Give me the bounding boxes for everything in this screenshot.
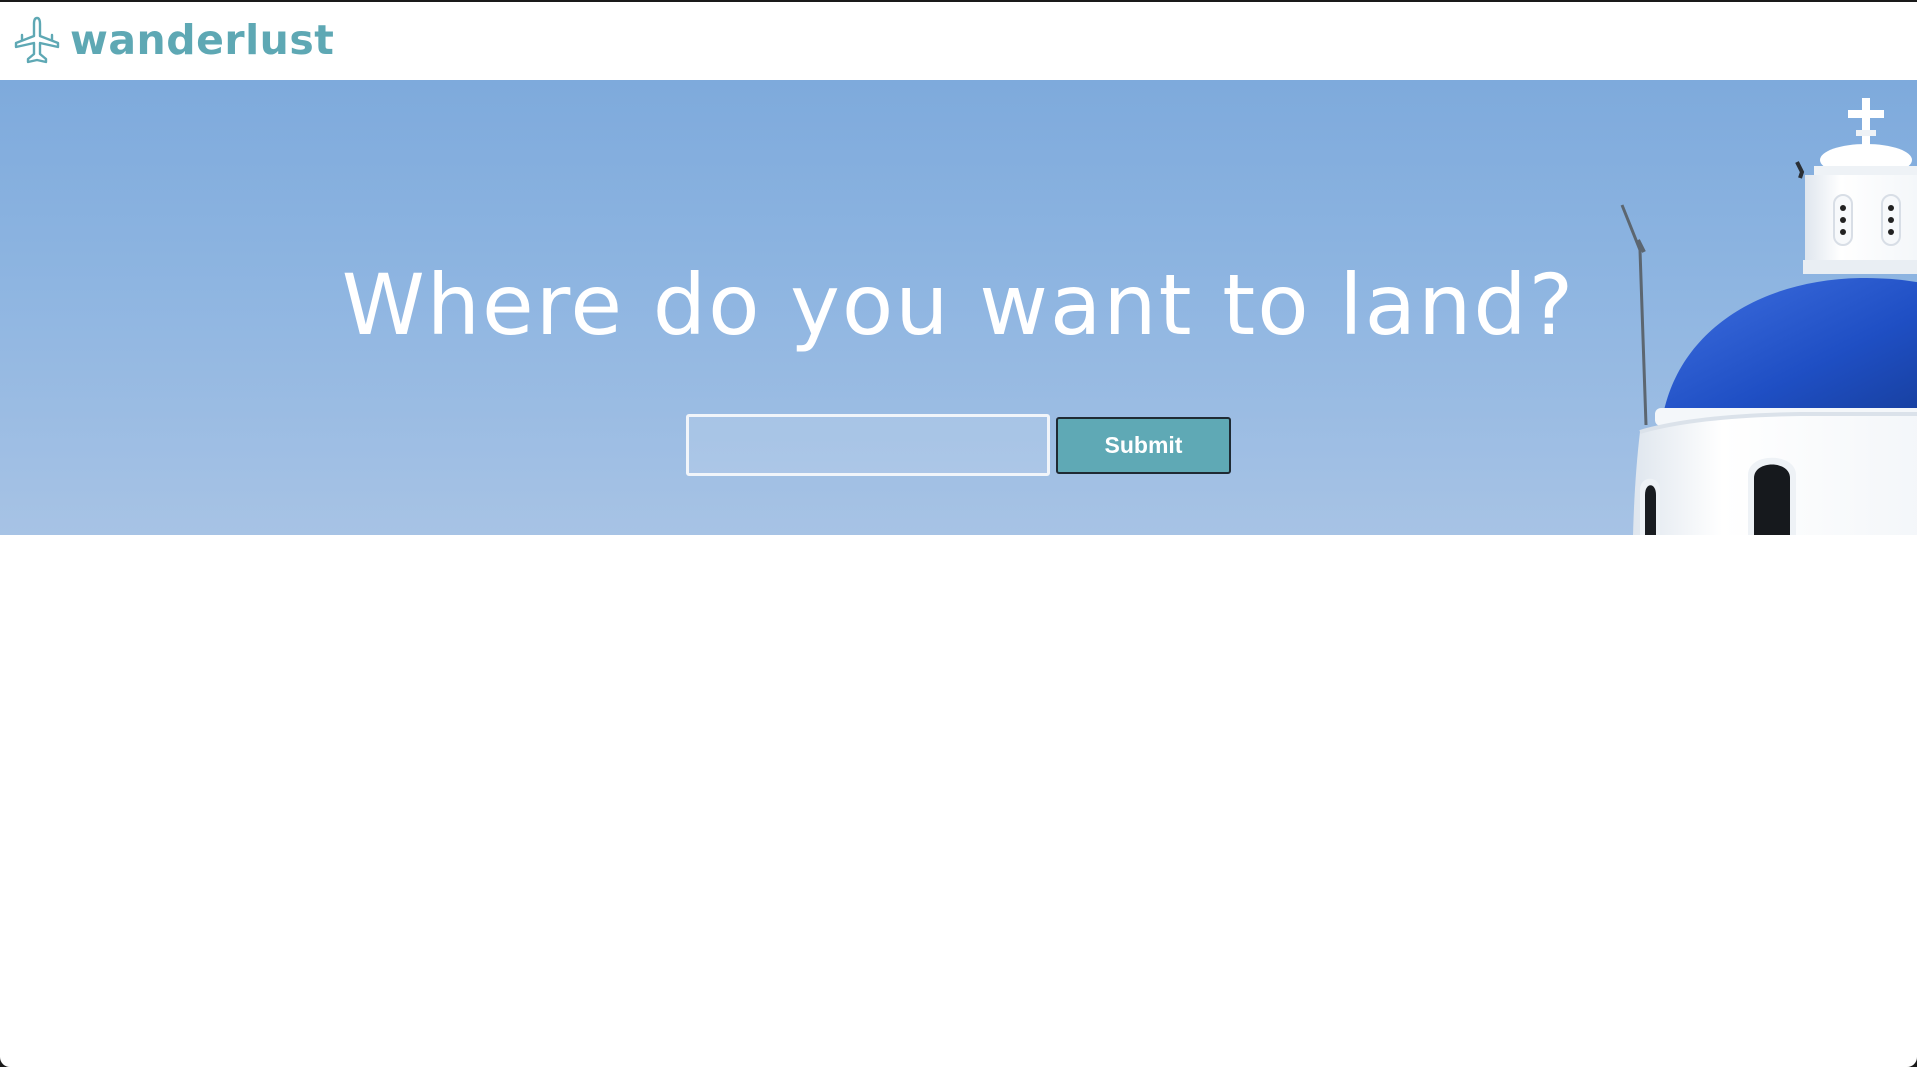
destination-input[interactable] (686, 414, 1050, 476)
hero-headline: Where do you want to land? (341, 256, 1576, 354)
hero-banner: Where do you want to land? Submit (0, 80, 1917, 535)
brand-name: wanderlust (70, 16, 335, 64)
airplane-icon (14, 16, 60, 64)
submit-button[interactable]: Submit (1056, 416, 1231, 474)
brand-logo-link[interactable]: wanderlust (12, 14, 334, 66)
browser-window: wanderlust Where do you want to land? Su… (0, 2, 1917, 1067)
destination-search-form: Submit (686, 412, 1231, 478)
navbar: wanderlust (0, 2, 1917, 80)
